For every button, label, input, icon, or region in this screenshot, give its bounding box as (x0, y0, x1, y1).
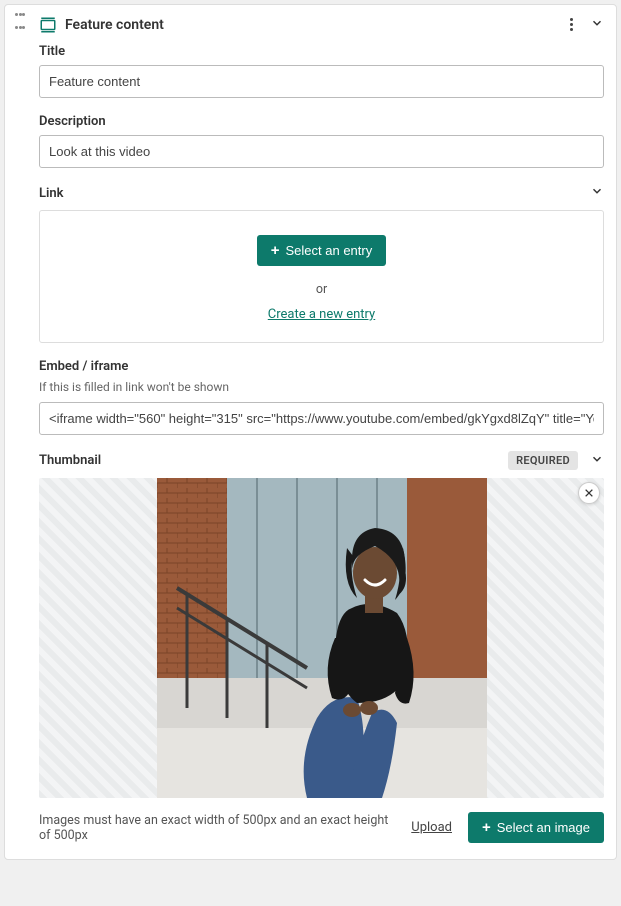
thumbnail-field: Thumbnail REQUIRED (39, 451, 604, 843)
description-label: Description (39, 114, 604, 129)
title-field: Title (39, 44, 604, 98)
description-field: Description (39, 114, 604, 168)
thumbnail-label: Thumbnail (39, 453, 101, 468)
embed-help-text: If this is filled in link won't be shown (39, 380, 604, 394)
plus-icon: + (271, 243, 280, 258)
embed-label: Embed / iframe (39, 359, 604, 374)
required-badge: REQUIRED (508, 451, 578, 470)
select-entry-label: Select an entry (286, 243, 373, 258)
link-collapse-toggle[interactable] (590, 184, 604, 202)
drag-handle[interactable] (15, 13, 25, 29)
collapse-toggle[interactable] (590, 16, 604, 34)
panel-header: Feature content (17, 15, 604, 34)
embed-field: Embed / iframe If this is filled in link… (39, 359, 604, 435)
feature-content-panel: Feature content Title Description Link (4, 4, 617, 860)
thumbnail-image (157, 478, 487, 798)
plus-icon: + (482, 820, 491, 835)
select-entry-button[interactable]: + Select an entry (257, 235, 386, 266)
thumbnail-size-note: Images must have an exact width of 500px… (39, 813, 399, 843)
embed-input[interactable] (39, 402, 604, 435)
panel-title: Feature content (65, 17, 567, 33)
thumbnail-preview (39, 478, 604, 798)
or-label: or (52, 282, 591, 297)
link-label: Link (39, 186, 64, 201)
thumbnail-collapse-toggle[interactable] (590, 452, 604, 470)
title-label: Title (39, 44, 604, 59)
more-options-button[interactable] (567, 15, 576, 34)
title-input[interactable] (39, 65, 604, 98)
block-type-icon (39, 16, 57, 34)
link-selector-box: + Select an entry or Create a new entry (39, 210, 604, 343)
description-input[interactable] (39, 135, 604, 168)
select-image-button[interactable]: + Select an image (468, 812, 604, 843)
create-entry-link[interactable]: Create a new entry (268, 307, 375, 322)
upload-link[interactable]: Upload (411, 820, 452, 835)
remove-thumbnail-button[interactable] (578, 482, 600, 504)
select-image-label: Select an image (497, 820, 590, 835)
link-field: Link + Select an entry or Create a new e… (39, 184, 604, 343)
